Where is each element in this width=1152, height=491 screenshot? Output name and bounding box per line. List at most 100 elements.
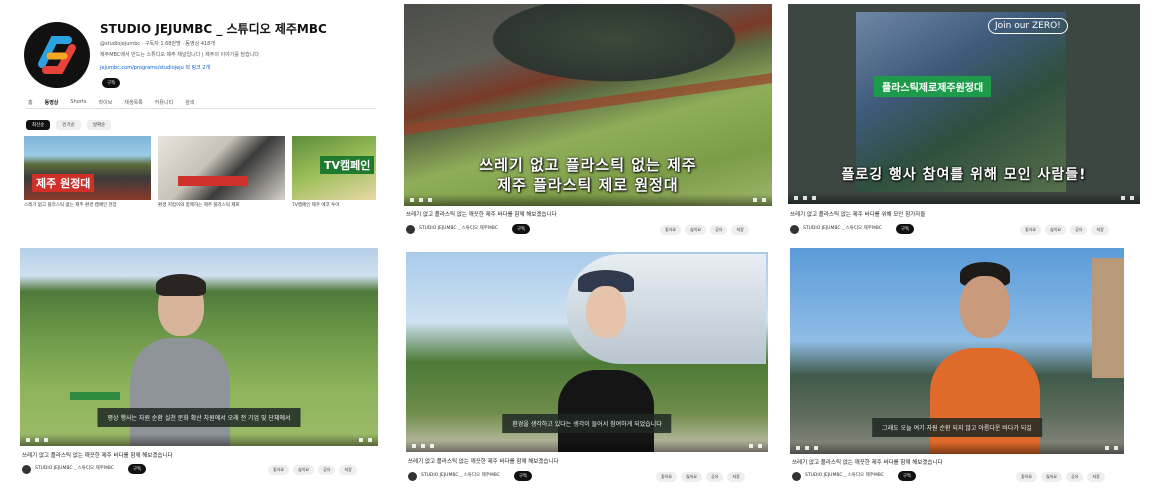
share-button[interactable]: 공유 [706, 472, 724, 482]
volume-icon[interactable] [814, 446, 818, 450]
next-icon[interactable] [419, 198, 423, 202]
video-3-channel-row: STUDIO JEJUMBC _ 스튜디오 제주MBC 구독 [22, 462, 147, 476]
like-button[interactable]: 좋아요 [660, 225, 682, 235]
like-button[interactable]: 좋아요 [268, 465, 290, 475]
settings-icon[interactable] [1121, 196, 1125, 200]
mini-video-thumb-1[interactable]: 제주 원정대 [24, 136, 151, 200]
channel-page-panel: STUDIO JEJUMBC _ 스튜디오 제주MBC @studiojejum… [18, 0, 380, 232]
video-2-top-overlay: Join our ZERO! [988, 18, 1068, 34]
like-button[interactable]: 좋아요 [1020, 225, 1042, 235]
tab-shorts[interactable]: Shorts [70, 99, 86, 106]
video-player-2[interactable]: Join our ZERO! 플라스틱제로제주원정대 플로깅 행사 참여를 위해… [788, 4, 1140, 204]
video-player-5[interactable]: 그래도 오늘 여기 자원 순환 되지 않고 아름다운 바다가 되길 [790, 248, 1124, 454]
next-icon[interactable] [35, 438, 39, 442]
share-button[interactable]: 공유 [710, 225, 728, 235]
tab-home[interactable]: 홈 [28, 99, 33, 106]
chip-oldest[interactable]: 날짜순 [86, 120, 112, 130]
video-1-subscribe-button[interactable]: 구독 [511, 224, 531, 234]
video-5-title[interactable]: 쓰레기 없고 플라스틱 없는 깨끗한 제주 바다를 함께 해보겠습니다 [792, 458, 943, 466]
dislike-button[interactable]: 싫어요 [685, 225, 707, 235]
save-button[interactable]: 저장 [727, 472, 745, 482]
settings-icon[interactable] [359, 438, 363, 442]
video-panel-interview-vest: 그래도 오늘 여기 자원 순환 되지 않고 아름다운 바다가 되길 쓰레기 없고… [790, 248, 1140, 486]
channel-avatar[interactable] [406, 224, 415, 234]
mini-video-caption-3[interactable]: TV캠페인 제주 에코 투어 [292, 203, 376, 209]
settings-icon[interactable] [749, 444, 753, 448]
play-icon[interactable] [410, 198, 414, 202]
fullscreen-icon[interactable] [758, 444, 762, 448]
video-3-title[interactable]: 쓰레기 없고 플라스틱 없는 깨끗한 제주 바다를 함께 해보겠습니다 [22, 451, 173, 459]
channel-link[interactable]: jejumbc.com/programs/studiojeju 외 링크 2개 [100, 64, 210, 71]
channel-avatar[interactable] [22, 464, 31, 474]
tab-search[interactable]: 검색 [185, 99, 194, 106]
tab-playlists[interactable]: 재생목록 [124, 99, 142, 106]
chip-latest[interactable]: 최신순 [26, 120, 51, 130]
play-icon[interactable] [412, 444, 416, 448]
video-5-controls [790, 442, 1124, 454]
volume-icon[interactable] [812, 196, 816, 200]
save-button[interactable]: 저장 [731, 225, 749, 235]
video-player-3[interactable]: 평상 행사는 자원 순환 실천 문화 확산 차원에서 오래 전 기업 및 단체에… [20, 248, 378, 446]
dislike-button[interactable]: 싫어요 [681, 472, 703, 482]
video-5-channel-name[interactable]: STUDIO JEJUMBC _ 스튜디오 제주MBC [805, 473, 884, 478]
channel-logo[interactable] [24, 22, 90, 88]
video-player-4[interactable]: 환경을 생각하고 있다는 생각이 들어서 참여하게 되었습니다 [406, 252, 768, 452]
play-icon[interactable] [796, 446, 800, 450]
channel-avatar[interactable] [408, 471, 417, 481]
fullscreen-icon[interactable] [762, 198, 766, 202]
share-button[interactable]: 공유 [1070, 225, 1088, 235]
video-3-channel-name[interactable]: STUDIO JEJUMBC _ 스튜디오 제주MBC [35, 466, 114, 471]
video-1-title[interactable]: 쓰레기 없고 플라스틱 없는 깨끗한 제주 바다를 함께 해보겠습니다 [406, 210, 557, 218]
video-2-controls [788, 192, 1140, 204]
share-button[interactable]: 공유 [318, 465, 336, 475]
video-panel-interview-woman: 환경을 생각하고 있다는 생각이 들어서 참여하게 되었습니다 쓰레기 없고 플… [406, 252, 772, 488]
video-4-title[interactable]: 쓰레기 없고 플라스틱 없는 깨끗한 제주 바다를 함께 해보겠습니다 [408, 457, 559, 465]
like-button[interactable]: 좋아요 [1016, 472, 1038, 482]
volume-icon[interactable] [428, 198, 432, 202]
volume-icon[interactable] [44, 438, 48, 442]
video-1-channel-name[interactable]: STUDIO JEJUMBC _ 스튜디오 제주MBC [419, 226, 498, 231]
mini-video-caption-1[interactable]: 스레기 없고 플라스틱 없는 제주 환경 캠페인 현장 [24, 203, 149, 209]
dislike-button[interactable]: 싫어요 [1045, 225, 1067, 235]
video-4-subtitle: 환경을 생각하고 있다는 생각이 들어서 참여하게 되었습니다 [502, 414, 672, 433]
video-2-subscribe-button[interactable]: 구독 [895, 224, 915, 234]
video-2-title[interactable]: 쓰레기 없고 플라스틱 없는 제주 바다를 위해 모인 참가자들 [790, 210, 925, 218]
video-5-subscribe-button[interactable]: 구독 [897, 471, 917, 481]
mini-video-caption-2[interactable]: 환경 지킴이와 함께하는 제주 플라스틱 제로 [158, 203, 283, 209]
volume-icon[interactable] [430, 444, 434, 448]
tabs-divider [26, 108, 376, 109]
settings-icon[interactable] [1105, 446, 1109, 450]
play-icon[interactable] [794, 196, 798, 200]
like-button[interactable]: 좋아요 [656, 472, 678, 482]
save-button[interactable]: 저장 [339, 465, 357, 475]
tab-videos[interactable]: 동영상 [45, 99, 59, 106]
dislike-button[interactable]: 싫어요 [293, 465, 315, 475]
dislike-button[interactable]: 싫어요 [1041, 472, 1063, 482]
video-3-subscribe-button[interactable]: 구독 [127, 464, 147, 474]
share-button[interactable]: 공유 [1066, 472, 1084, 482]
mini-red-banner [178, 176, 248, 186]
fullscreen-icon[interactable] [368, 438, 372, 442]
mini-video-thumb-2[interactable] [158, 136, 285, 200]
next-icon[interactable] [805, 446, 809, 450]
channel-description[interactable]: 제주MBC에서 만드는 스튜디오 제주 채널입니다 | 제주의 이야기를 담습니… [100, 51, 259, 58]
next-icon[interactable] [803, 196, 807, 200]
video-player-1[interactable]: 쓰레기 없고 플라스틱 없는 제주 제주 플라스틱 제로 원정대 [404, 4, 772, 206]
tab-community[interactable]: 커뮤니티 [155, 99, 173, 106]
settings-icon[interactable] [753, 198, 757, 202]
tab-live[interactable]: 라이브 [98, 99, 112, 106]
play-icon[interactable] [26, 438, 30, 442]
fullscreen-icon[interactable] [1130, 196, 1134, 200]
channel-avatar[interactable] [790, 224, 799, 234]
next-icon[interactable] [421, 444, 425, 448]
video-4-channel-name[interactable]: STUDIO JEJUMBC _ 스튜디오 제주MBC [421, 473, 500, 478]
channel-subscribe-button[interactable]: 구독 [102, 78, 121, 88]
video-4-subscribe-button[interactable]: 구독 [513, 471, 533, 481]
save-button[interactable]: 저장 [1091, 225, 1109, 235]
fullscreen-icon[interactable] [1114, 446, 1118, 450]
video-2-channel-name[interactable]: STUDIO JEJUMBC _ 스튜디오 제주MBC [803, 226, 882, 231]
chip-popular[interactable]: 인기순 [56, 120, 81, 130]
mini-video-thumb-3[interactable]: TV캠페인 [292, 136, 376, 200]
channel-avatar[interactable] [792, 471, 801, 481]
save-button[interactable]: 저장 [1087, 472, 1105, 482]
